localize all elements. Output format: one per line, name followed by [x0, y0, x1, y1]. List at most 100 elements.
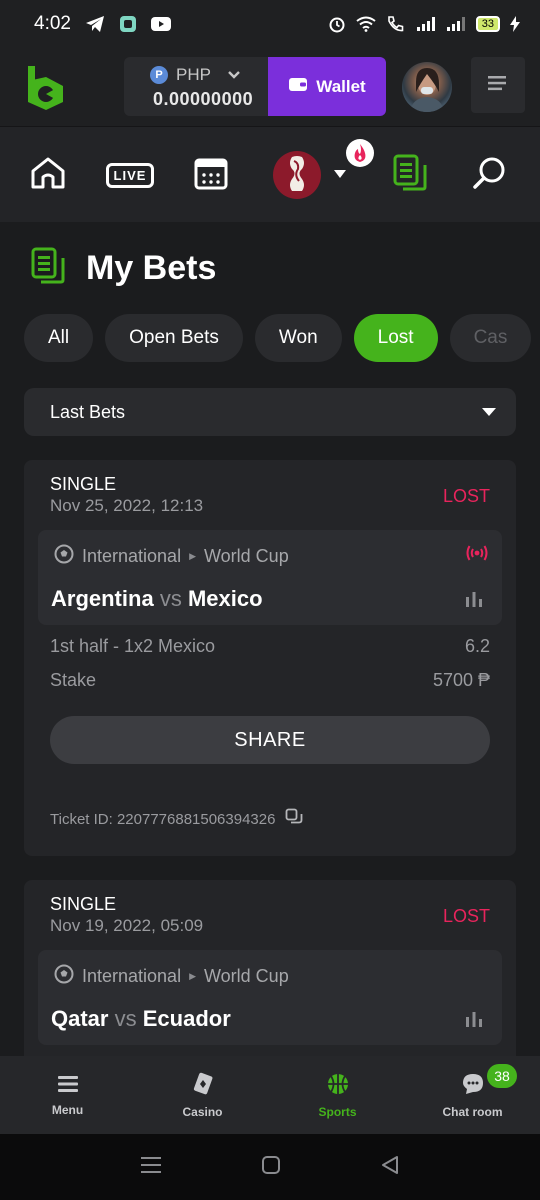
stats-icon[interactable]: [464, 1010, 484, 1033]
currency-code: PHP: [176, 65, 211, 84]
stats-icon[interactable]: [464, 590, 484, 613]
bet-date: Nov 25, 2022, 12:13: [50, 496, 204, 515]
status-time: 4:02: [34, 13, 71, 34]
signal-icon-2: [446, 16, 466, 32]
php-coin-icon: P: [150, 66, 168, 84]
tab-sports-label: Sports: [318, 1104, 357, 1119]
filter-all[interactable]: All: [24, 314, 94, 362]
bet-type: SINGLE: [50, 474, 117, 494]
wallet-button[interactable]: Wallet: [268, 57, 386, 116]
away-team: Ecuador: [142, 1006, 231, 1031]
filter-cashout[interactable]: Cas: [449, 314, 532, 362]
main-nav: LIVE: [0, 126, 540, 222]
bets-period-dropdown[interactable]: Last Bets: [24, 388, 516, 436]
nav-home[interactable]: [28, 147, 68, 203]
menu-icon: [57, 1074, 79, 1097]
bet-filter-tabs: All Open Bets Won Lost Cas: [24, 314, 540, 362]
tab-menu-label: Menu: [51, 1102, 84, 1117]
app-icon: [119, 15, 137, 33]
live-label: LIVE: [105, 162, 155, 188]
bet-card: SINGLE Nov 25, 2022, 12:13 LOST Internat…: [24, 460, 516, 856]
call-icon: [386, 15, 406, 33]
bet-odds: 6.2: [464, 636, 490, 656]
event-info[interactable]: International ▶ World Cup Argentina vs M…: [38, 530, 502, 625]
caret-down-icon: [333, 166, 347, 184]
bets-slip-icon: [30, 246, 66, 291]
stake-label: Stake: [50, 670, 97, 690]
back-icon[interactable]: [380, 1155, 400, 1180]
home-icon: [30, 156, 66, 195]
home-team: Argentina: [51, 586, 154, 611]
wallet-label: Wallet: [316, 76, 366, 96]
balance-selector[interactable]: P PHP 0.00000000: [124, 57, 268, 116]
bet-market-row: 1st half - 1x2 Mexico 6.2: [50, 636, 490, 657]
chat-icon: [461, 1072, 485, 1099]
event-info[interactable]: International ▶ World Cup Qatar vs Ecuad…: [38, 950, 502, 1045]
breadcrumb-arrow-icon: ▶: [189, 971, 196, 981]
live-broadcast-icon[interactable]: [466, 544, 488, 567]
match-title: Qatar vs Ecuador: [51, 1006, 231, 1032]
header-menu-button[interactable]: [471, 57, 525, 113]
caret-down-icon: [482, 408, 496, 416]
tab-sports[interactable]: Sports: [270, 1056, 405, 1134]
avatar[interactable]: [402, 62, 452, 112]
hamburger-icon: [488, 75, 508, 96]
league-name: International: [82, 966, 182, 986]
recent-apps-icon[interactable]: [140, 1155, 162, 1180]
bet-type: SINGLE: [50, 894, 117, 914]
nav-calendar[interactable]: [193, 147, 229, 203]
ticket-id: Ticket ID: 2207776881506394326: [50, 810, 276, 828]
dropdown-value: Last Bets: [50, 401, 126, 422]
balance-amount: 0.00000000: [153, 89, 254, 109]
tab-chat-room[interactable]: Chat room 38: [405, 1056, 540, 1134]
bet-date: Nov 19, 2022, 05:09: [50, 916, 204, 935]
nav-my-bets[interactable]: [390, 147, 430, 203]
filter-open-bets[interactable]: Open Bets: [105, 314, 243, 362]
chevron-down-icon: [227, 65, 241, 85]
nav-search[interactable]: [472, 147, 508, 203]
copy-icon[interactable]: [285, 808, 303, 830]
soccer-ball-icon: [54, 964, 74, 989]
top-bar: P PHP 0.00000000 Wallet: [0, 48, 540, 126]
filter-won[interactable]: Won: [254, 314, 342, 362]
share-button[interactable]: SHARE: [50, 716, 490, 764]
stake-value: 5700 ₱: [432, 670, 490, 690]
filter-lost[interactable]: Lost: [353, 314, 438, 362]
match-title: Argentina vs Mexico: [51, 586, 263, 612]
alarm-icon: [328, 15, 346, 33]
youtube-icon: [150, 16, 171, 32]
signal-icon: [416, 16, 436, 32]
soccer-ball-icon: [54, 544, 74, 569]
home-button-icon[interactable]: [261, 1155, 281, 1180]
page-header: My Bets: [30, 246, 216, 291]
chat-count-badge: 38: [487, 1064, 517, 1088]
tournament-name: World Cup: [204, 546, 289, 566]
system-nav-bar: [0, 1134, 540, 1200]
home-team: Qatar: [51, 1006, 109, 1031]
wifi-icon: [356, 16, 376, 32]
battery-indicator: 33: [475, 16, 500, 32]
bet-stake-row: Stake 5700 ₱: [50, 670, 490, 691]
hot-badge-icon: [346, 139, 374, 167]
bet-status-badge: LOST: [442, 906, 490, 926]
vs-label: vs: [114, 1006, 137, 1031]
breadcrumb-arrow-icon: ▶: [189, 551, 196, 561]
basketball-icon: [326, 1072, 350, 1099]
my-bets-page: My Bets All Open Bets Won Lost Cas Last …: [0, 222, 540, 1056]
nav-live[interactable]: LIVE: [105, 147, 155, 203]
tab-menu[interactable]: Menu: [0, 1056, 135, 1134]
casino-icon: [191, 1072, 215, 1099]
page-title: My Bets: [86, 249, 217, 287]
bet-market: 1st half - 1x2 Mexico: [50, 636, 216, 656]
tab-casino[interactable]: Casino: [135, 1056, 270, 1134]
league-name: International: [82, 546, 182, 566]
nav-world-cup[interactable]: [268, 147, 352, 203]
tournament-name: World Cup: [204, 966, 289, 986]
brand-logo[interactable]: [28, 66, 64, 110]
bet-status-badge: LOST: [442, 486, 490, 506]
bottom-tab-bar: Menu Casino Sports Chat room 38: [0, 1056, 540, 1134]
search-icon: [473, 156, 507, 195]
bets-slip-icon: [392, 153, 428, 198]
status-bar: 4:02 33: [0, 0, 540, 48]
ticket-id-row: Ticket ID: 2207776881506394326: [50, 808, 303, 830]
